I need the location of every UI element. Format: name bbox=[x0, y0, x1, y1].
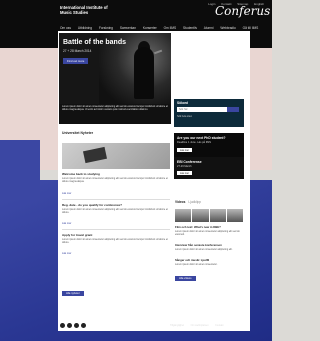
conference-promo-subtitle: 27-29 March bbox=[177, 165, 192, 168]
hero-title: Battle of the bands bbox=[63, 39, 127, 46]
search-label: Sökord bbox=[177, 101, 188, 105]
conference-promo-title: EBI Conferense bbox=[177, 160, 202, 164]
phd-promo: Are you our next PhD student? Deadline 1… bbox=[174, 133, 244, 157]
video-item-2-text: Lorem ipsum dolor sit amet consectetur a… bbox=[175, 248, 233, 251]
tab-audio[interactable]: Ljudklipp bbox=[188, 200, 201, 204]
news-item-3-text: Lorem ipsum dolor sit amet consectetur a… bbox=[62, 238, 168, 245]
divider bbox=[62, 229, 170, 230]
nav-item-2[interactable]: Utbildning bbox=[78, 26, 92, 30]
video-item-3-title[interactable]: Sånger och musik: Ljudfil bbox=[175, 258, 209, 262]
search-scope-radio[interactable]: Sök hela siten bbox=[177, 115, 192, 118]
card-image bbox=[82, 146, 108, 164]
news-image[interactable] bbox=[62, 143, 170, 169]
news-item-2-text: Lorem ipsum dolor sit amet consectetur a… bbox=[62, 208, 168, 215]
video-item-3-text: Lorem ipsum dolor sit amet consectetur. bbox=[175, 263, 218, 266]
nav-item-4[interactable]: Samverkan bbox=[120, 26, 136, 30]
brand-signature: Conferus bbox=[215, 4, 271, 18]
conference-promo-button[interactable]: Läs mer bbox=[177, 171, 193, 175]
video-thumbnails[interactable] bbox=[175, 209, 243, 222]
footer-links: Tillgänglighet Om webbplatsen Kontakt bbox=[170, 324, 229, 327]
news-item-3-more[interactable]: Läs mer bbox=[62, 252, 71, 255]
facebook-icon[interactable] bbox=[60, 323, 65, 328]
news-item-2-more[interactable]: Läs mer bbox=[62, 222, 71, 225]
conference-promo: EBI Conferense 27-29 March Läs mer bbox=[174, 157, 244, 179]
news-item-1-text: Lorem ipsum dolor sit amet consectetur a… bbox=[62, 177, 168, 184]
hero-banner[interactable]: Battle of the bands 27 + 28 March 2014 F… bbox=[59, 33, 171, 105]
singer-silhouette bbox=[134, 47, 154, 99]
phd-promo-title: Are you our next PhD student? bbox=[177, 136, 226, 140]
search-input[interactable]: Sök här bbox=[177, 107, 227, 112]
video-thumbnail[interactable] bbox=[226, 209, 243, 222]
footer-link-contact[interactable]: Kontakt bbox=[215, 324, 223, 327]
nav-item-8[interactable]: Alumni bbox=[204, 26, 214, 30]
news-section-title: Universitet Nyheter bbox=[62, 131, 94, 135]
all-news-button[interactable]: Alla nyheter bbox=[62, 291, 84, 296]
phd-promo-button[interactable]: Läs mer bbox=[177, 148, 193, 152]
background-blue-accent bbox=[0, 140, 40, 200]
youtube-icon[interactable] bbox=[74, 323, 79, 328]
hero-date: 27 + 28 March 2014 bbox=[63, 49, 92, 53]
main-nav: Om oss Utbildning Forskning Samverkan Ko… bbox=[60, 26, 264, 30]
nav-item-1[interactable]: Om oss bbox=[60, 26, 71, 30]
divider bbox=[62, 199, 170, 200]
nav-item-9[interactable]: Webbradio bbox=[220, 26, 235, 30]
video-item-1-text: Lorem ipsum dolor sit amet consectetur a… bbox=[175, 230, 240, 237]
tab-videos[interactable]: Videos bbox=[175, 200, 185, 204]
footer-link-about[interactable]: Om webbplatsen bbox=[191, 324, 209, 327]
video-item-1-title[interactable]: Film och text: What's new in DBE? bbox=[175, 225, 221, 229]
site-logo[interactable]: International Institute of Music Studies bbox=[60, 5, 110, 15]
twitter-icon[interactable] bbox=[67, 323, 72, 328]
nav-item-3[interactable]: Forskning bbox=[99, 26, 113, 30]
footer-link-accessibility[interactable]: Tillgänglighet bbox=[170, 324, 184, 327]
hero-button[interactable]: Find out more bbox=[63, 58, 89, 64]
search-panel: Sökord Sök här Sök hela siten bbox=[174, 99, 244, 127]
social-links bbox=[60, 323, 86, 328]
intro-text: Lorem ipsum dolor sit amet consectetur a… bbox=[59, 104, 171, 124]
media-tabs: Videos Ljudklipp bbox=[175, 200, 201, 204]
instagram-icon[interactable] bbox=[81, 323, 86, 328]
all-videos-button[interactable]: Alla videos bbox=[175, 276, 196, 281]
nav-item-10[interactable]: Gå till IIMS bbox=[243, 26, 259, 30]
nav-item-5[interactable]: Konserter bbox=[143, 26, 157, 30]
video-thumbnail[interactable] bbox=[175, 209, 192, 222]
video-item-2-title[interactable]: Interview från senaste konferensen bbox=[175, 243, 222, 247]
phd-promo-subtitle: Deadline 1 June. Läs på IIMS bbox=[177, 141, 212, 144]
video-thumbnail[interactable] bbox=[209, 209, 226, 222]
nav-item-6[interactable]: Om IIMS bbox=[164, 26, 177, 30]
news-item-3-title[interactable]: Apply for travel grant bbox=[62, 233, 92, 237]
video-thumbnail[interactable] bbox=[192, 209, 209, 222]
search-button[interactable] bbox=[227, 107, 239, 112]
news-item-2-title[interactable]: Reg. date - do you qualify for conferenc… bbox=[62, 203, 122, 207]
news-item-1-title[interactable]: Welcome back to studying bbox=[62, 172, 100, 176]
nav-item-7[interactable]: Studentliv bbox=[183, 26, 197, 30]
news-item-1-more[interactable]: Läs mer bbox=[62, 192, 71, 195]
